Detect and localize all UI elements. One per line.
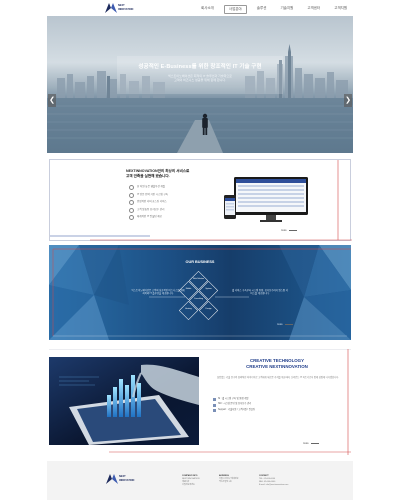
hero-prev-arrow-icon[interactable]: ❮ xyxy=(48,94,56,107)
nav-item-6[interactable]: 고객지원 xyxy=(330,5,351,14)
footer-col1-line: 사업자등록번호 xyxy=(182,483,195,486)
hero-cityscape-image xyxy=(47,44,353,153)
feature-item: IT 전문 인력 기반 시스템 구축 xyxy=(129,192,215,198)
footer-logo[interactable]: NEXT INNOVATION xyxy=(106,474,136,484)
feature-icon xyxy=(129,215,134,220)
intro-title-line-2: 고객 만족을 실현해 왔습니다. xyxy=(126,174,170,178)
nav-item-3[interactable]: 솔루션 xyxy=(253,5,271,14)
feature-item: 한 차원 높은 웹솔루션 개발 xyxy=(129,185,215,190)
diamond-label-6[interactable]: Design xyxy=(203,308,215,310)
nav-item-4[interactable]: 기술지원 xyxy=(276,5,297,14)
diamond-label-3[interactable]: System xyxy=(203,288,215,290)
business-right-text: 웹 서비스 구축부터 시스템 통합, 유지보수까지 원스톱 서비스를 제공합니다… xyxy=(232,289,288,296)
creative-title: CREATIVE TECHNOLOGY CREATIVE NEXTINNOVAT… xyxy=(207,358,347,370)
logo[interactable]: NEXT INNOVATION xyxy=(105,3,135,13)
footer-address: ADDRESS 서울시 강남구 테헤란로 넥스트빌딩 5층 xyxy=(219,475,239,484)
bullet-icon xyxy=(213,398,216,402)
hero-text: 성공적인 E-Business를 위한 창조적인 IT 기술 구현 넥스트이노베… xyxy=(117,62,283,83)
hero-banner: 성공적인 E-Business를 위한 창조적인 IT 기술 구현 넥스트이노베… xyxy=(47,16,353,153)
diamond-label-5[interactable]: Hosting xyxy=(183,308,195,310)
feature-text: 고객 맞춤형 유지보수 관리 xyxy=(137,207,165,211)
feature-list: 한 차원 높은 웹솔루션 개발 IT 전문 인력 기반 시스템 구축 안정적인 … xyxy=(129,185,215,223)
diamond-label-4[interactable]: Consulting xyxy=(193,298,205,300)
feature-text: IT 전문 인력 기반 시스템 구축 xyxy=(137,192,168,196)
footer-logo-icon xyxy=(106,474,118,484)
bullet-icon xyxy=(213,409,216,413)
bullet-icon xyxy=(213,403,216,407)
creative-item-text: SI : 웹 시스템 구축 및 통합 개발 xyxy=(218,398,249,400)
feature-item: 고객 맞춤형 유지보수 관리 xyxy=(129,207,215,213)
feature-icon xyxy=(129,200,134,205)
business-section: OUR BUSINESS 넥스트이노베이션은 고객의 성공적인 비즈니스를 위해… xyxy=(49,245,351,340)
hero-subtitle: 넥스트이노베이션은 최적의 IT 솔루션과 기술력으로 고객의 비즈니스 성공을… xyxy=(117,74,283,83)
feature-text: 체계적인 IT 컨설팅 제공 xyxy=(137,215,162,218)
devices-image xyxy=(224,177,308,222)
nav-item-2[interactable]: 사업분야 xyxy=(223,5,247,14)
creative-list-item: SM : 시스템 운영 및 유지보수 관리 xyxy=(213,403,343,407)
creative-list-item: Support : 기술지원 / 고객지원 / 컨설팅 xyxy=(213,408,343,413)
nav-item-5[interactable]: 고객센터 xyxy=(303,5,324,14)
business-more-link[interactable]: more xyxy=(277,323,293,326)
creative-item-text: SM : 시스템 운영 및 유지보수 관리 xyxy=(218,403,252,406)
business-left-text: 넥스트이노베이션은 고객의 성공적인 비즈니스를 위해 최적의 IT 솔루션을 … xyxy=(131,289,185,296)
footer-logo-text: NEXT INNOVATION xyxy=(119,475,134,482)
header: NEXT INNOVATION 회사소개 사업분야 솔루션 기술지원 고객센터 … xyxy=(47,0,353,16)
intro-more-link[interactable]: more xyxy=(281,229,297,232)
creative-item-text: Support : 기술지원 / 고객지원 / 컨설팅 xyxy=(218,408,256,411)
main-nav: 회사소개 사업분야 솔루션 기술지원 고객센터 고객지원 xyxy=(197,5,351,14)
creative-list: SI : 웹 시스템 구축 및 통합 개발 SM : 시스템 운영 및 유지보수… xyxy=(213,398,343,414)
logo-text: NEXT INNOVATION xyxy=(118,4,133,11)
hero-sub-line-2: 고객의 비즈니스 성공을 위해 함께 합니다. xyxy=(174,78,226,83)
footer-company-info: COMPANY INFO NEXTINNOVATION 대표이사 사업자등록번호 xyxy=(182,475,199,487)
diamond-label-1[interactable]: Web Solution xyxy=(193,278,205,280)
footer-col2-line: 넥스트빌딩 5층 xyxy=(219,481,232,484)
feature-icon xyxy=(129,185,134,190)
footer-col3-line: E-mail. info@nextinnovation.com xyxy=(259,483,289,486)
feature-icon xyxy=(129,207,134,213)
logo-icon xyxy=(105,3,117,13)
nav-item-1[interactable]: 회사소개 xyxy=(197,5,218,14)
logo-text-2: INNOVATION xyxy=(118,7,134,11)
creative-list-item: SI : 웹 시스템 구축 및 통합 개발 xyxy=(213,398,343,402)
creative-section: CREATIVE TECHNOLOGY CREATIVE NEXTINNOVAT… xyxy=(49,349,351,455)
intro-title: NEXTINNOVATION만의 최상의 서비스로 고객 만족을 실현해 왔습니… xyxy=(126,169,189,179)
footer-contact: CONTACT TEL. 02-000-0000 FAX. 02-000-000… xyxy=(259,475,288,487)
feature-icon xyxy=(129,192,134,198)
hero-next-arrow-icon[interactable]: ❯ xyxy=(344,94,352,107)
feature-text: 한 차원 높은 웹솔루션 개발 xyxy=(137,185,166,188)
feature-item: 체계적인 IT 컨설팅 제공 xyxy=(129,215,215,220)
creative-more-link[interactable]: more xyxy=(303,442,319,445)
creative-title-line-2: CREATIVE NEXTINNOVATION xyxy=(246,364,308,369)
feature-text: 안정적인 서버 호스팅 서비스 xyxy=(137,200,167,203)
intro-section: NEXTINNOVATION만의 최상의 서비스로 고객 만족을 실현해 왔습니… xyxy=(49,159,352,241)
business-title: OUR BUSINESS xyxy=(185,260,215,264)
feature-item: 안정적인 서버 호스팅 서비스 xyxy=(129,200,215,205)
hero-title: 성공적인 E-Business를 위한 창조적인 IT 기술 구현 xyxy=(138,64,262,70)
footer-logo-text-2: INNOVATION xyxy=(119,478,135,482)
footer: NEXT INNOVATION COMPANY INFO NEXTINNOVAT… xyxy=(47,461,353,500)
technology-photo xyxy=(49,357,199,445)
creative-body: 끊임없는 기술 연구와 창의적인 아이디어로 고객에게 새로운 가치를 제공하며… xyxy=(216,377,340,379)
diamond-label-2[interactable]: Mobile xyxy=(183,288,195,290)
page: NEXT INNOVATION 회사소개 사업분야 솔루션 기술지원 고객센터 … xyxy=(47,0,353,500)
